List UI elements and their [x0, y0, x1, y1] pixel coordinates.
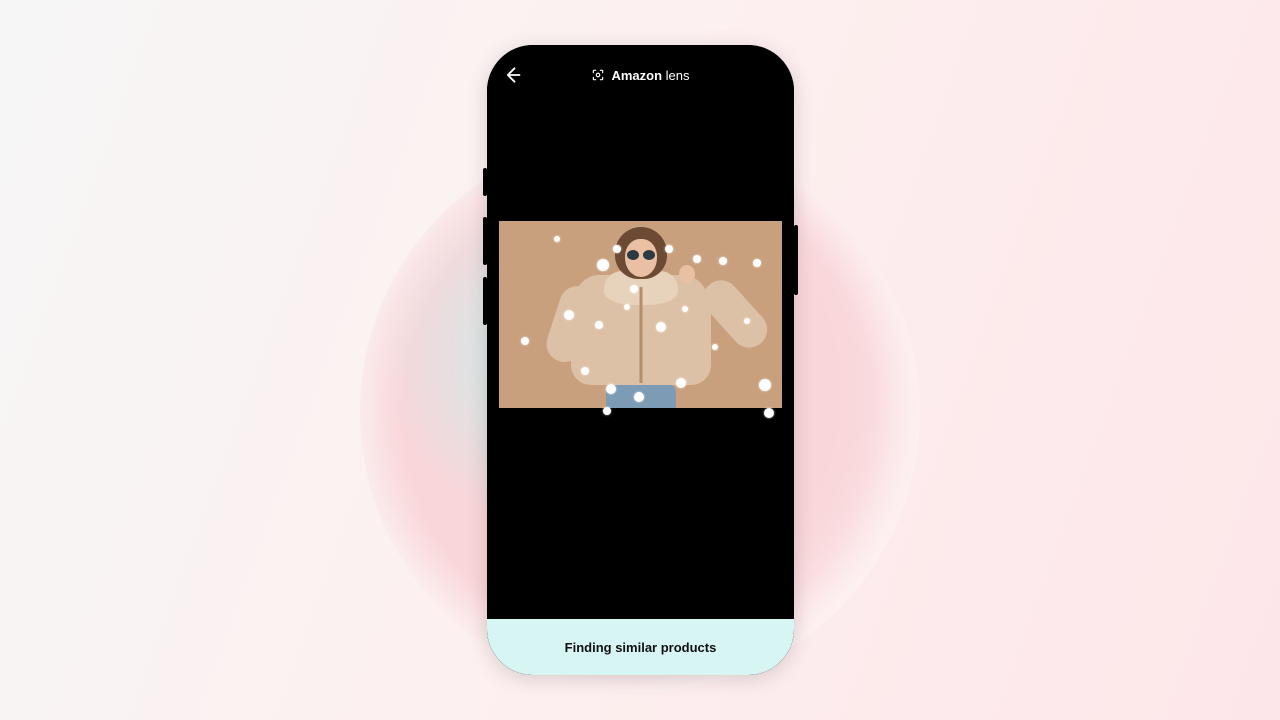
detection-dot: [613, 245, 621, 253]
detection-dot: [693, 255, 701, 263]
detection-dot: [656, 322, 666, 332]
detection-dot: [665, 245, 673, 253]
phone-screen: Amazon lens: [487, 45, 794, 675]
phone-power-button: [794, 225, 798, 295]
lens-scan-icon: [591, 68, 605, 82]
detection-dot: [676, 378, 686, 388]
page-background: Amazon lens: [0, 0, 1280, 720]
detection-dot: [603, 407, 611, 415]
detection-dot: [606, 384, 616, 394]
detection-dot: [597, 259, 609, 271]
back-button[interactable]: [501, 64, 523, 86]
detection-dot: [554, 236, 560, 242]
phone-frame: Amazon lens: [487, 45, 794, 675]
detection-dot: [753, 259, 761, 267]
status-bar: Finding similar products: [487, 619, 794, 675]
back-arrow-icon: [502, 65, 522, 85]
detection-dot: [595, 321, 603, 329]
detection-dot: [759, 379, 771, 391]
detection-dot: [682, 306, 688, 312]
detection-dot: [581, 367, 589, 375]
app-title: Amazon lens: [591, 68, 689, 83]
detection-dot: [564, 310, 574, 320]
detection-dot: [719, 257, 727, 265]
detection-dot: [744, 318, 750, 324]
detection-dot: [624, 304, 630, 310]
camera-viewfinder[interactable]: [487, 105, 794, 619]
app-title-feature: lens: [666, 68, 690, 83]
detection-dot: [764, 408, 774, 418]
detection-dot: [712, 344, 718, 350]
captured-image: [499, 221, 782, 408]
app-title-brand: Amazon: [611, 68, 662, 83]
status-text: Finding similar products: [565, 640, 717, 655]
detection-dot: [634, 392, 644, 402]
detection-dot: [630, 285, 638, 293]
subject-figure: [561, 221, 721, 408]
detection-dot: [521, 337, 529, 345]
app-header: Amazon lens: [487, 45, 794, 105]
